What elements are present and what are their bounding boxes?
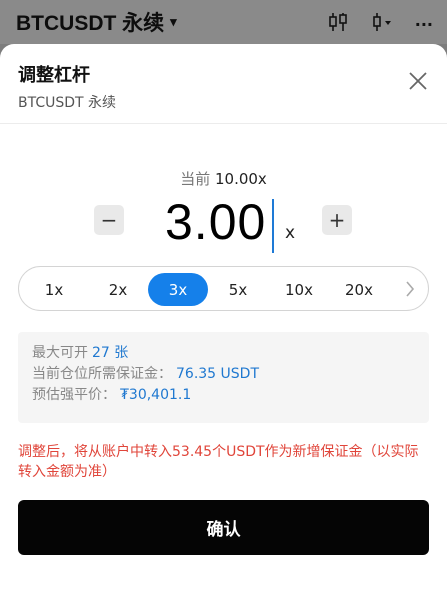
margin-transfer-warning: 调整后，将从账户中转入53.45个USDT作为新增保证金（以实际转入金额为准） [18, 444, 419, 480]
chevron-right-icon[interactable] [404, 279, 416, 299]
leverage-presets: 1x 2x 3x 5x 10x 20x [18, 266, 429, 311]
text-cursor [272, 199, 274, 253]
caret-down-icon: ▾ [170, 14, 177, 29]
increase-button[interactable]: + [322, 205, 352, 235]
liquidation-row: 预估强平价： ₮30,401.1 [32, 384, 415, 405]
current-leverage-label: 当前 [180, 170, 211, 188]
sheet-subtitle: BTCUSDT 永续 [18, 95, 117, 111]
current-leverage-value: 10.00x [214, 170, 267, 188]
margin-label: 当前仓位所需保证金： [32, 366, 172, 382]
liquidation-value: ₮30,401.1 [120, 387, 192, 403]
sheet-title: 调整杠杆 [18, 65, 90, 86]
decrease-button[interactable]: − [94, 205, 124, 235]
preset-3x[interactable]: 3x [148, 273, 208, 306]
current-leverage: 当前 10.00x [0, 168, 447, 189]
leverage-stepper: − 3.00 x + [0, 194, 447, 263]
pair-name: BTCUSDT 永续 [16, 12, 165, 35]
more-icon[interactable]: ··· [415, 15, 433, 34]
leverage-sheet: 调整杠杆 BTCUSDT 永续 当前 10.00x − 3.00 x + 1x … [0, 44, 447, 610]
preset-10x[interactable]: 10x [269, 273, 329, 306]
preset-5x[interactable]: 5x [208, 273, 268, 306]
liquidation-label: 预估强平价： [32, 387, 116, 403]
preset-1x[interactable]: 1x [24, 273, 84, 306]
leverage-unit: x [285, 223, 296, 243]
indicator-icon[interactable] [371, 12, 393, 36]
max-open-label: 最大可开 [32, 345, 88, 361]
confirm-button[interactable]: 确认 [18, 500, 429, 555]
leverage-input[interactable]: 3.00 [165, 193, 266, 251]
pair-selector[interactable]: BTCUSDT 永续 ▾ [16, 7, 177, 37]
sheet-header: 调整杠杆 BTCUSDT 永续 [0, 44, 447, 124]
candlestick-icon[interactable] [327, 12, 349, 36]
margin-value: 76.35 USDT [176, 366, 259, 382]
info-panel: 最大可开 27 张 当前仓位所需保证金： 76.35 USDT 预估强平价： ₮30,… [18, 332, 429, 423]
max-open-value: 27 张 [92, 345, 129, 361]
preset-20x[interactable]: 20x [329, 273, 389, 306]
preset-2x[interactable]: 2x [88, 273, 148, 306]
close-icon[interactable] [407, 70, 429, 92]
background-header: BTCUSDT 永续 ▾ ··· [0, 0, 447, 44]
max-open-row: 最大可开 27 张 [32, 342, 415, 363]
margin-row: 当前仓位所需保证金： 76.35 USDT [32, 363, 415, 384]
